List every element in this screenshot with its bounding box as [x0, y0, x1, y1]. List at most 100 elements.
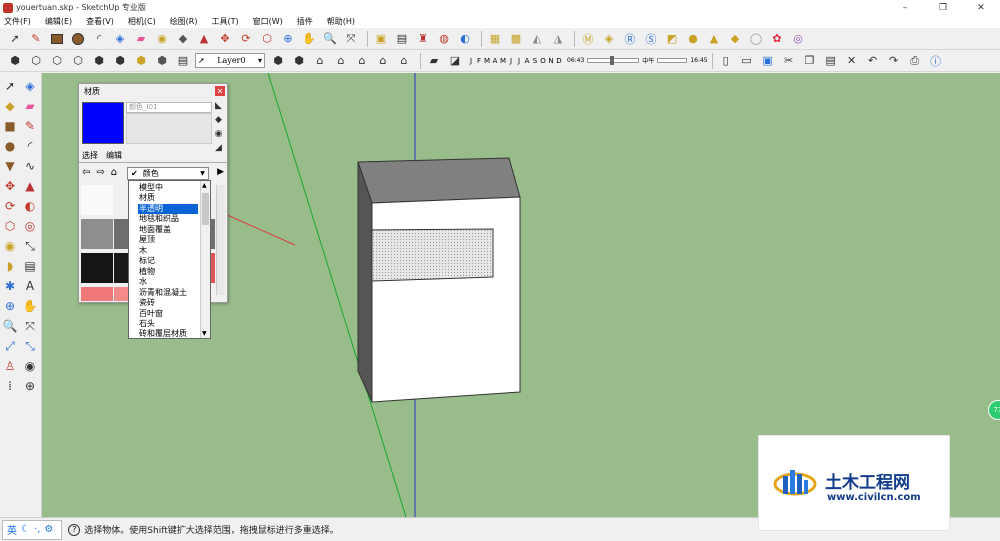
material-library-select[interactable]: ✔ 颜色 ▼: [127, 167, 209, 180]
dropdown-option[interactable]: 水: [139, 277, 147, 287]
wireframe-icon[interactable]: ⬡: [69, 52, 87, 70]
display-shadows-icon[interactable]: ◪: [446, 52, 464, 70]
shaded-icon[interactable]: ⬢: [111, 52, 129, 70]
orbit-tool-icon[interactable]: ⊕: [279, 30, 297, 48]
ime-settings-icon[interactable]: ⚙: [44, 524, 53, 535]
push-pull-icon[interactable]: ▲: [21, 177, 39, 195]
text-icon[interactable]: ▤: [21, 257, 39, 275]
scroll-thumb[interactable]: [202, 193, 209, 225]
dropdown-option[interactable]: 木: [139, 246, 147, 256]
axes-icon[interactable]: ✱: [1, 277, 19, 295]
scale-icon[interactable]: ⬡: [1, 217, 19, 235]
offset-tool-icon[interactable]: ⬡: [258, 30, 276, 48]
ime-toolbar[interactable]: 英 ☾ ·, ⚙: [2, 519, 63, 540]
tab-edit[interactable]: 编辑: [106, 150, 122, 161]
front-view-icon[interactable]: ⌂: [311, 52, 329, 70]
dropdown-option[interactable]: 沥青和混凝土: [139, 288, 187, 298]
color-wheel-icon[interactable]: ◎: [789, 30, 807, 48]
create-material-icon[interactable]: ◣: [213, 100, 224, 111]
shadow-month-scale[interactable]: J F M A M J J A S O N D: [467, 57, 563, 65]
pan-icon[interactable]: ✋: [21, 297, 39, 315]
punctuation-icon[interactable]: ·,: [34, 524, 40, 535]
home-icon[interactable]: ⌂: [111, 167, 117, 178]
previous-view-icon[interactable]: ⤡: [21, 337, 39, 355]
new-file-icon[interactable]: ▯: [717, 52, 735, 70]
select-tool-icon[interactable]: ➚: [6, 30, 24, 48]
scroll-down-icon[interactable]: ▼: [202, 330, 207, 337]
rotate-icon[interactable]: ⟳: [1, 197, 19, 215]
menu-file[interactable]: 文件(F): [4, 16, 31, 27]
pencil-tool-icon[interactable]: ✎: [27, 30, 45, 48]
dropdown-option[interactable]: 模型中: [139, 183, 163, 193]
time-slider[interactable]: [587, 56, 640, 65]
material-swatch[interactable]: [81, 219, 113, 249]
menu-tools[interactable]: 工具(T): [212, 16, 239, 27]
dropdown-option[interactable]: 材质: [139, 193, 155, 203]
back-view-icon[interactable]: ⌂: [353, 52, 371, 70]
menu-plugins[interactable]: 插件: [297, 16, 313, 27]
position-camera-icon[interactable]: ♙: [1, 357, 19, 375]
menu-help[interactable]: 帮助(H): [327, 16, 355, 27]
paint-bucket-icon[interactable]: ◆: [174, 30, 192, 48]
dynamic-component-icon[interactable]: Ⓜ: [579, 30, 597, 48]
layer-manager-icon[interactable]: ▤: [174, 52, 192, 70]
sandbox-from-scratch-icon[interactable]: ▩: [507, 30, 525, 48]
stamp-icon[interactable]: ◮: [549, 30, 567, 48]
dropdown-option[interactable]: 砖和覆层材质: [139, 329, 187, 339]
walk-icon[interactable]: ⁞: [1, 377, 19, 395]
tape-measure-icon[interactable]: ◉: [153, 30, 171, 48]
move-icon[interactable]: ✥: [1, 177, 19, 195]
restore-button[interactable]: ❐: [924, 0, 962, 15]
material-swatch[interactable]: [81, 253, 113, 283]
paint-bucket-icon[interactable]: ◆: [213, 114, 224, 125]
sphere-icon[interactable]: ●: [684, 30, 702, 48]
pencil-icon[interactable]: ✎: [21, 117, 39, 135]
rotate-tool-icon[interactable]: ⟳: [237, 30, 255, 48]
menu-edit[interactable]: 编辑(E): [45, 16, 72, 27]
menu-view[interactable]: 查看(V): [86, 16, 114, 27]
open-file-icon[interactable]: ▭: [738, 52, 756, 70]
render-settings-icon[interactable]: ✿: [768, 30, 786, 48]
share-model-icon[interactable]: ▤: [393, 30, 411, 48]
menu-window[interactable]: 窗口(W): [253, 16, 283, 27]
dropdown-option-selected[interactable]: 半透明: [138, 204, 198, 214]
geo-location-icon[interactable]: ◩: [663, 30, 681, 48]
pan-tool-icon[interactable]: ✋: [300, 30, 318, 48]
bottom-view-icon[interactable]: ⌂: [395, 52, 413, 70]
moon-icon[interactable]: ☾: [21, 524, 30, 535]
follow-me-icon[interactable]: ◐: [21, 197, 39, 215]
get-models-icon[interactable]: ▣: [372, 30, 390, 48]
sandbox-from-contours-icon[interactable]: ▦: [486, 30, 504, 48]
save-icon[interactable]: ▣: [759, 52, 777, 70]
dropdown-scrollbar[interactable]: ▲ ▼: [200, 181, 210, 338]
undo-icon[interactable]: ↶: [864, 52, 882, 70]
right-view-icon[interactable]: ⌂: [332, 52, 350, 70]
cut-icon[interactable]: ✂: [780, 52, 798, 70]
dropdown-option[interactable]: 植物: [139, 267, 155, 277]
scroll-up-icon[interactable]: ▲: [202, 182, 207, 189]
smoove-icon[interactable]: ◭: [528, 30, 546, 48]
zoom-icon[interactable]: 🔍: [1, 317, 19, 335]
iso-camera-icon[interactable]: ⬢: [290, 52, 308, 70]
left-view-icon[interactable]: ⌂: [374, 52, 392, 70]
section-plane-icon[interactable]: ⊕: [21, 377, 39, 395]
polygon-icon[interactable]: ▼: [1, 157, 19, 175]
cone-icon[interactable]: ▲: [705, 30, 723, 48]
push-pull-icon[interactable]: ▲: [195, 30, 213, 48]
forward-icon[interactable]: ⇨: [96, 167, 104, 178]
tab-select[interactable]: 选择: [82, 150, 98, 161]
arc-icon[interactable]: ◜: [21, 137, 39, 155]
eraser-icon[interactable]: ▰: [21, 97, 39, 115]
zoom-extents-icon[interactable]: ⤧: [342, 30, 360, 48]
orbit-icon[interactable]: ⊕: [1, 297, 19, 315]
delete-icon[interactable]: ✕: [843, 52, 861, 70]
box-left-face[interactable]: [357, 161, 373, 403]
extension-warehouse-icon[interactable]: ♜: [414, 30, 432, 48]
xray-icon[interactable]: ⬡: [48, 52, 66, 70]
zoom-window-icon[interactable]: ⤧: [21, 317, 39, 335]
time-slider-knob[interactable]: [610, 56, 615, 65]
dimension-icon[interactable]: ⤡: [21, 237, 39, 255]
model-info-button-icon[interactable]: ⓘ: [927, 52, 945, 70]
protractor-icon[interactable]: ◗: [1, 257, 19, 275]
translucent-panel[interactable]: [371, 228, 494, 282]
